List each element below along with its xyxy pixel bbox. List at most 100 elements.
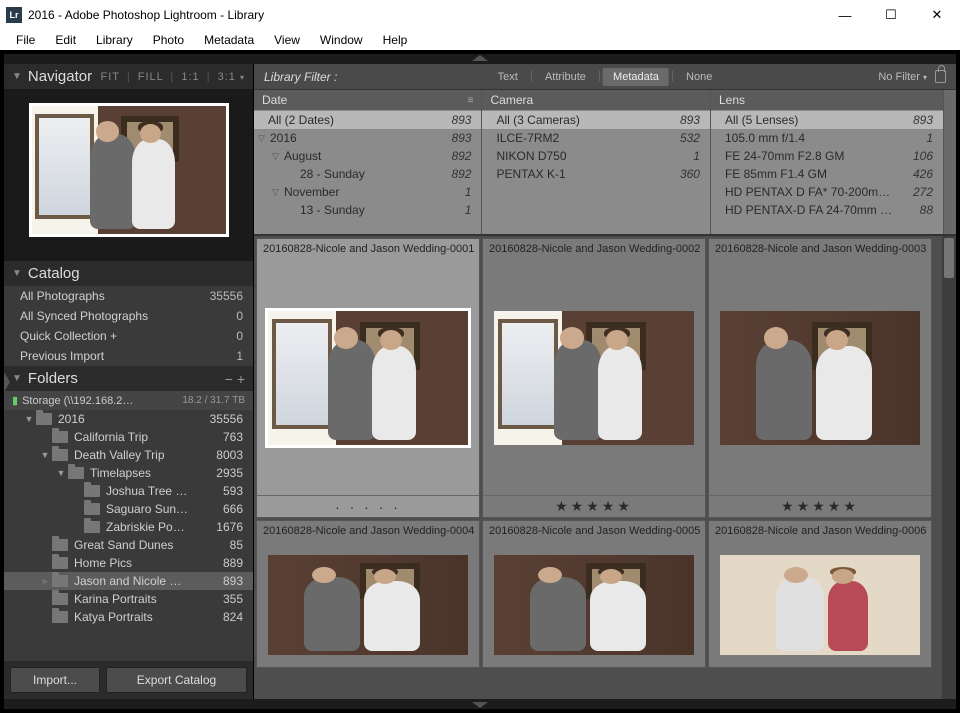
nav-zoom-1:1[interactable]: 1:1 [181,71,199,83]
disclosure-triangle-icon[interactable] [40,612,50,622]
disclosure-triangle-icon[interactable] [72,504,82,514]
thumbnail-cell[interactable]: 20160828-Nicole and Jason Wedding-0003 ★… [708,238,932,518]
thumbnail-caption: 20160828-Nicole and Jason Wedding-0003 [709,239,931,261]
metadata-row[interactable]: ▽2016893 [254,129,481,147]
top-panel-toggle[interactable] [4,54,956,64]
catalog-item[interactable]: Previous Import1 [4,346,253,366]
disclosure-triangle-icon[interactable]: ▼ [24,414,34,424]
filter-tab-text[interactable]: Text [488,68,528,86]
menu-library[interactable]: Library [86,31,143,49]
thumbnail-cell[interactable]: 20160828-Nicole and Jason Wedding-0005 [482,520,706,668]
folder-item[interactable]: ▼Timelapses2935 [4,464,253,482]
folder-item[interactable]: Home Pics889 [4,554,253,572]
metadata-row[interactable]: NIKON D7501 [482,147,709,165]
menu-photo[interactable]: Photo [143,31,194,49]
metadata-col-header[interactable]: Date≡ [254,90,481,110]
menu-edit[interactable]: Edit [45,31,86,49]
column-menu-icon[interactable]: ≡ [468,95,474,106]
menu-help[interactable]: Help [373,31,418,49]
menu-file[interactable]: File [6,31,45,49]
metadata-col-header[interactable]: Camera [482,90,709,110]
thumbnail-rating[interactable]: ★★★★★ [709,495,931,517]
folder-item[interactable]: Saguaro Sun…666 [4,500,253,518]
folder-item[interactable]: Zabriskie Po…1676 [4,518,253,536]
thumbnail-cell[interactable]: 20160828-Nicole and Jason Wedding-0002 ★… [482,238,706,518]
metadata-row[interactable]: ▽November1 [254,183,481,201]
metadata-row[interactable]: FE 85mm F1.4 GM426 [711,165,943,183]
disclosure-triangle-icon[interactable] [72,522,82,532]
grid-scrollbar[interactable] [942,236,956,699]
disclosure-triangle-icon[interactable]: ▽ [272,151,282,162]
menu-window[interactable]: Window [310,31,373,49]
bottom-panel-toggle[interactable] [4,699,956,709]
nav-zoom-FIT[interactable]: FIT [100,71,119,83]
folder-item[interactable]: ▼Death Valley Trip8003 [4,446,253,464]
folder-item[interactable]: California Trip763 [4,428,253,446]
navigator-header[interactable]: ▼ Navigator FIT | FILL | 1:1 | 3:1 ▾ [4,64,253,89]
catalog-header[interactable]: ▼ Catalog [4,261,253,286]
disclosure-triangle-icon[interactable] [40,432,50,442]
menu-metadata[interactable]: Metadata [194,31,264,49]
thumbnail-rating[interactable]: · · · · · [257,495,479,517]
filter-lock-icon[interactable] [935,70,946,83]
filter-tab-metadata[interactable]: Metadata [603,68,669,86]
folder-item[interactable]: Karina Portraits355 [4,590,253,608]
folder-item[interactable]: ▼201635556 [4,410,253,428]
menu-view[interactable]: View [264,31,310,49]
left-panel-toggle[interactable] [3,64,11,699]
disclosure-triangle-icon[interactable]: ▹ [40,576,50,587]
metadata-row[interactable]: ILCE-7RM2532 [482,129,709,147]
thumbnail-cell[interactable]: 20160828-Nicole and Jason Wedding-0001 ·… [256,238,480,518]
folders-minus-icon[interactable]: − [225,371,233,387]
filter-tab-none[interactable]: None [676,68,722,86]
folder-item[interactable]: Katya Portraits824 [4,608,253,626]
disclosure-triangle-icon: ▼ [12,71,22,82]
metadata-col-date: Date≡ All (2 Dates)893▽2016893▽August892… [254,90,482,234]
catalog-item[interactable]: All Photographs35556 [4,286,253,306]
disclosure-triangle-icon[interactable]: ▼ [56,468,66,478]
maximize-button[interactable]: ☐ [868,0,914,30]
metadata-row[interactable]: ▽August892 [254,147,481,165]
folder-item[interactable]: Great Sand Dunes85 [4,536,253,554]
navigator-preview[interactable] [4,89,253,261]
metadata-col-header[interactable]: Lens [711,90,943,110]
nav-zoom-FILL[interactable]: FILL [138,71,164,83]
metadata-row[interactable]: HD PENTAX-D FA 24-70mm …88 [711,201,943,219]
metadata-row[interactable]: All (2 Dates)893 [254,111,481,129]
catalog-item[interactable]: Quick Collection +0 [4,326,253,346]
folder-icon [36,413,52,425]
thumbnail-cell[interactable]: 20160828-Nicole and Jason Wedding-0006 [708,520,932,668]
disclosure-triangle-icon[interactable] [40,594,50,604]
metadata-row[interactable]: 13 - Sunday1 [254,201,481,219]
metadata-row[interactable]: 28 - Sunday892 [254,165,481,183]
filter-tab-attribute[interactable]: Attribute [535,68,596,86]
nav-zoom-3:1[interactable]: 3:1 [218,71,236,83]
disclosure-triangle-icon[interactable]: ▽ [258,133,268,144]
metadata-row[interactable]: FE 24-70mm F2.8 GM106 [711,147,943,165]
import-button[interactable]: Import... [10,667,100,693]
close-button[interactable]: ✕ [914,0,960,30]
minimize-button[interactable]: — [822,0,868,30]
metadata-row[interactable]: All (3 Cameras)893 [482,111,709,129]
export-catalog-button[interactable]: Export Catalog [106,667,247,693]
catalog-item[interactable]: All Synced Photographs0 [4,306,253,326]
disclosure-triangle-icon[interactable]: ▼ [40,450,50,460]
filter-preset-dropdown[interactable]: No Filter ▾ [878,71,927,83]
metadata-row[interactable]: PENTAX K-1360 [482,165,709,183]
folder-item[interactable]: Joshua Tree …593 [4,482,253,500]
folders-plus-icon[interactable]: + [237,371,245,387]
storage-volume[interactable]: ▮ Storage (\\192.168.2… 18.2 / 31.7 TB [4,391,253,410]
thumbnail-cell[interactable]: 20160828-Nicole and Jason Wedding-0004 [256,520,480,668]
folders-header[interactable]: ▼ Folders − + [4,366,253,391]
navigator-zoom-options[interactable]: FIT | FILL | 1:1 | 3:1 ▾ [100,71,245,83]
folder-item[interactable]: ▹Jason and Nicole …893 [4,572,253,590]
disclosure-triangle-icon[interactable]: ▽ [272,187,282,198]
thumbnail-rating[interactable]: ★★★★★ [483,495,705,517]
metadata-row[interactable]: 105.0 mm f/1.41 [711,129,943,147]
metadata-row[interactable]: HD PENTAX D FA* 70-200m…272 [711,183,943,201]
disclosure-triangle-icon[interactable] [72,486,82,496]
metadata-row[interactable]: All (5 Lenses)893 [711,111,943,129]
disclosure-triangle-icon[interactable] [40,558,50,568]
chevron-down-icon[interactable]: ▾ [240,73,245,82]
disclosure-triangle-icon[interactable] [40,540,50,550]
